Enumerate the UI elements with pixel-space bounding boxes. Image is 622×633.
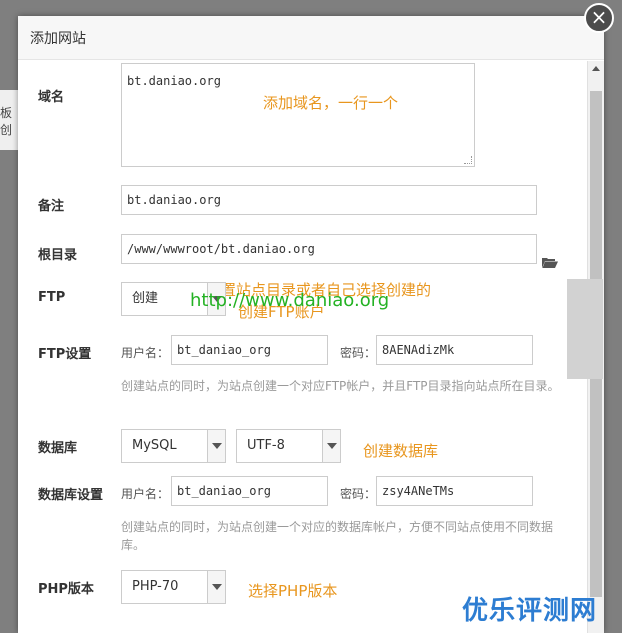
ftp-select-value: 创建	[132, 291, 159, 306]
db-password-value: zsy4ANeTMs	[382, 484, 455, 498]
remark-value: bt.daniao.org	[127, 193, 221, 207]
ftp-password-label: 密码：	[340, 346, 377, 360]
db-settings-label: 数据库设置	[38, 488, 104, 503]
root-input[interactable]: /www/wwwroot/bt.daniao.org	[121, 234, 537, 264]
database-charset-value: UTF-8	[247, 438, 285, 453]
ftp-password-input[interactable]: 8AENAdizMk	[376, 335, 533, 365]
ftp-password-value: 8AENAdizMk	[382, 343, 455, 357]
scrollbar-active-thumb[interactable]	[567, 279, 603, 379]
database-annotation: 创建数据库	[363, 442, 439, 460]
domain-label: 域名	[38, 90, 65, 105]
php-label: PHP版本	[38, 582, 94, 597]
chevron-down-icon	[207, 430, 225, 462]
url-watermark: http://www.daniao.org	[190, 290, 390, 311]
background-text: 板创	[0, 106, 13, 137]
database-charset-select[interactable]: UTF-8	[236, 429, 341, 463]
domain-value: bt.daniao.org	[127, 74, 221, 88]
close-glyph: ×	[590, 5, 608, 29]
background-page-fragment: 板创	[0, 90, 20, 150]
scroll-up-icon[interactable]	[588, 61, 604, 77]
chevron-down-icon	[207, 571, 225, 603]
db-help-text: 创建站点的同时，为站点创建一个对应的数据库帐户，方便不同站点使用不同数据库。	[121, 520, 554, 552]
brand-watermark: 优乐评测网	[462, 596, 598, 626]
remark-input[interactable]: bt.daniao.org	[121, 185, 537, 215]
ftp-settings-label: FTP设置	[38, 347, 92, 362]
db-username-value: bt_daniao_org	[177, 484, 271, 498]
root-value: /www/wwwroot/bt.daniao.org	[127, 242, 315, 256]
database-type-value: MySQL	[132, 438, 177, 453]
domain-annotation: 添加域名，一行一个	[263, 94, 399, 112]
chevron-down-icon	[322, 430, 340, 462]
db-username-label: 用户名：	[121, 487, 170, 501]
php-version-value: PHP-70	[132, 579, 179, 594]
folder-open-icon[interactable]	[542, 257, 558, 268]
dialog-title: 添加网站	[30, 31, 86, 47]
ftp-username-label: 用户名：	[121, 346, 170, 360]
ftp-username-input[interactable]: bt_daniao_org	[171, 335, 328, 365]
php-version-select[interactable]: PHP-70	[121, 570, 226, 604]
php-annotation: 选择PHP版本	[248, 582, 338, 600]
ftp-help-text: 创建站点的同时，为站点创建一个对应FTP帐户，并且FTP目录指向站点所在目录。	[121, 379, 560, 393]
db-password-label: 密码：	[340, 487, 377, 501]
add-site-dialog: 添加网站 域名 bt.daniao.org 添加域名，一行一个 备注 bt.da…	[18, 16, 604, 633]
dialog-header: 添加网站	[18, 16, 604, 60]
database-label: 数据库	[38, 441, 78, 456]
remark-label: 备注	[38, 199, 65, 214]
resize-handle[interactable]	[464, 156, 472, 164]
close-icon[interactable]: ×	[584, 3, 614, 33]
domain-textarea[interactable]: bt.daniao.org	[121, 63, 475, 167]
ftp-username-value: bt_daniao_org	[177, 343, 271, 357]
ftp-label: FTP	[38, 290, 66, 305]
database-type-select[interactable]: MySQL	[121, 429, 226, 463]
db-username-input[interactable]: bt_daniao_org	[171, 476, 328, 506]
dialog-body: 域名 bt.daniao.org 添加域名，一行一个 备注 bt.daniao.…	[18, 61, 604, 633]
db-password-input[interactable]: zsy4ANeTMs	[376, 476, 533, 506]
root-label: 根目录	[38, 248, 78, 263]
